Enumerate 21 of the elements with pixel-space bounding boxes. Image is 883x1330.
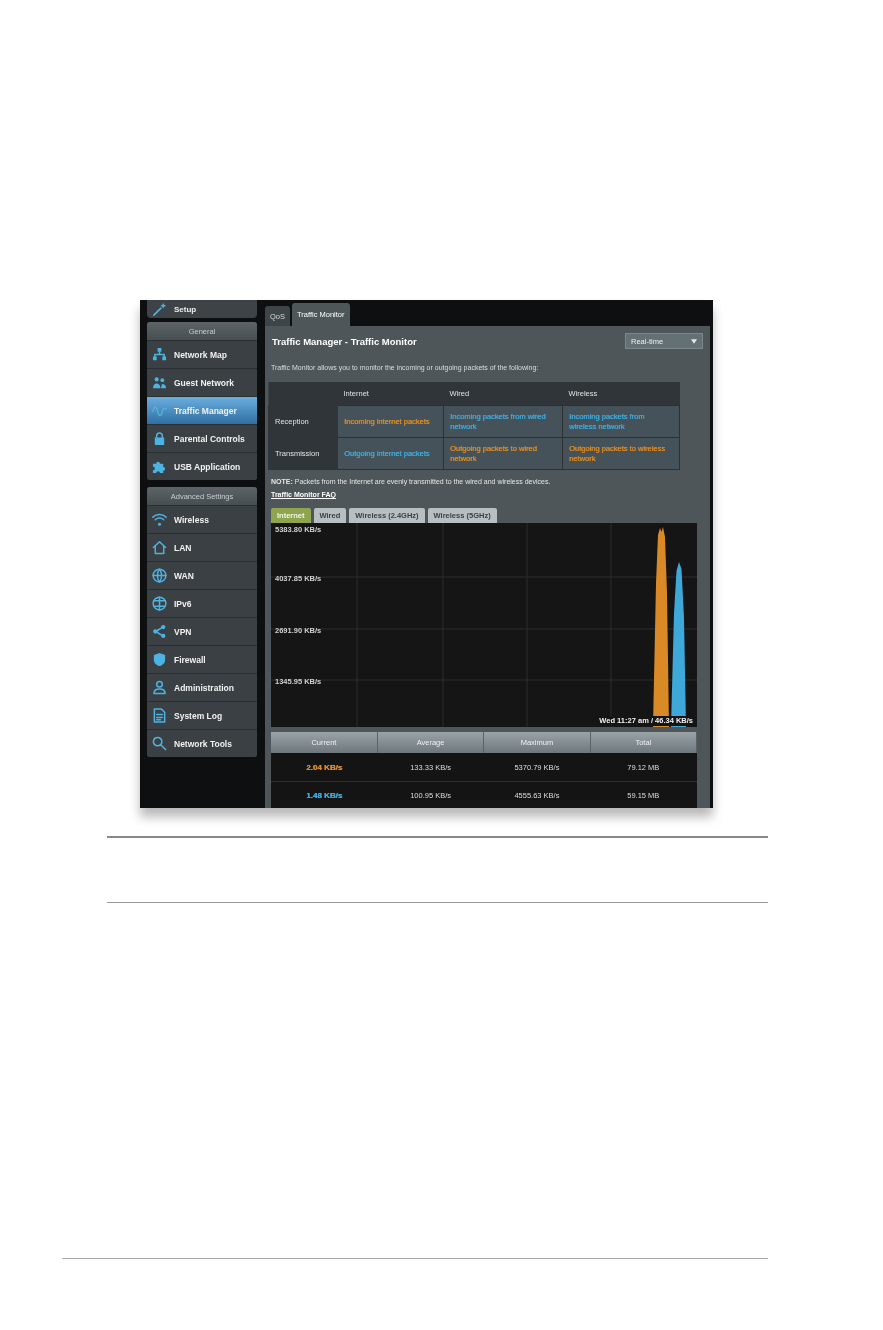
share-icon <box>152 624 167 639</box>
globe-icon <box>152 596 167 611</box>
magnifier-icon <box>152 736 167 751</box>
setup-button[interactable]: Setup <box>147 300 257 318</box>
lock-icon <box>152 431 167 446</box>
shield-icon <box>152 652 167 667</box>
sidebar-item[interactable]: USB Application <box>147 452 257 480</box>
sidebar-item[interactable]: Network Tools <box>147 729 257 757</box>
table-cell: 1.48 KB/s <box>306 791 343 800</box>
wand-icon <box>152 301 167 317</box>
table-cell: 2.04 KB/s <box>306 762 343 772</box>
page-title: Traffic Manager - Traffic Monitor <box>271 335 417 347</box>
house-icon <box>152 540 167 555</box>
globe-icon <box>152 568 167 583</box>
document-icon <box>152 708 167 723</box>
person-icon <box>152 680 167 695</box>
people-icon <box>152 375 167 390</box>
network-nodes-icon <box>152 347 167 362</box>
puzzle-icon <box>152 459 167 474</box>
caret-icon <box>691 338 697 344</box>
wifi-icon <box>152 512 167 527</box>
